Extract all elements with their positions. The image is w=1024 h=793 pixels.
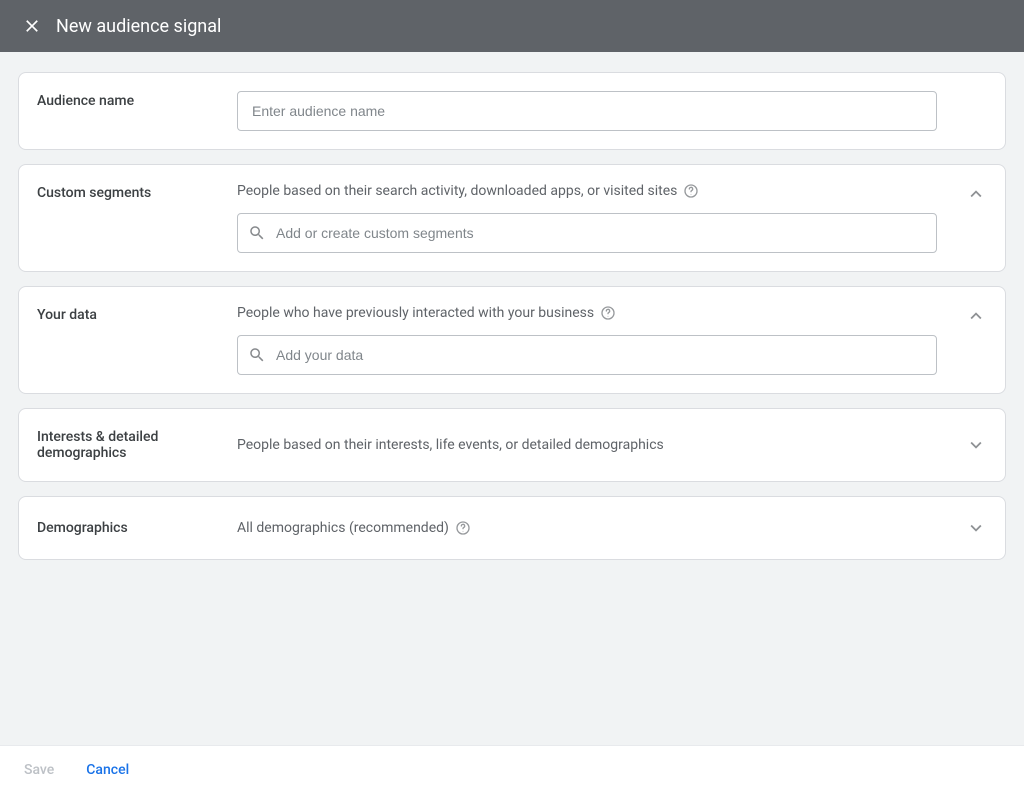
interests-description: People based on their interests, life ev… bbox=[237, 437, 664, 453]
chevron-up-icon[interactable] bbox=[965, 183, 987, 205]
your-data-search[interactable] bbox=[237, 335, 937, 375]
your-data-label: Your data bbox=[37, 305, 237, 323]
your-data-search-input[interactable] bbox=[266, 347, 926, 363]
interests-label: Interests & detailed demographics bbox=[37, 429, 237, 461]
app-header: New audience signal bbox=[0, 0, 1024, 52]
custom-segments-description: People based on their search activity, d… bbox=[237, 183, 677, 199]
search-icon bbox=[248, 224, 266, 242]
help-icon[interactable] bbox=[600, 305, 616, 321]
custom-segments-label: Custom segments bbox=[37, 183, 237, 201]
demographics-card[interactable]: Demographics All demographics (recommend… bbox=[18, 496, 1006, 560]
custom-segments-search-input[interactable] bbox=[266, 225, 926, 241]
save-button: Save bbox=[24, 762, 54, 778]
audience-name-card: Audience name bbox=[18, 72, 1006, 150]
demographics-description: All demographics (recommended) bbox=[237, 520, 449, 536]
custom-segments-search[interactable] bbox=[237, 213, 937, 253]
help-icon[interactable] bbox=[455, 520, 471, 536]
demographics-label: Demographics bbox=[37, 520, 237, 536]
main-content: Audience name Custom segments People bas… bbox=[0, 52, 1024, 560]
your-data-description: People who have previously interacted wi… bbox=[237, 305, 594, 321]
chevron-down-icon[interactable] bbox=[965, 434, 987, 456]
chevron-down-icon[interactable] bbox=[965, 517, 987, 539]
chevron-up-icon[interactable] bbox=[965, 305, 987, 327]
audience-name-input[interactable] bbox=[237, 91, 937, 131]
page-title: New audience signal bbox=[56, 16, 221, 37]
custom-segments-card: Custom segments People based on their se… bbox=[18, 164, 1006, 272]
close-button[interactable] bbox=[12, 6, 52, 46]
interests-card[interactable]: Interests & detailed demographics People… bbox=[18, 408, 1006, 482]
cancel-button[interactable]: Cancel bbox=[86, 762, 129, 778]
your-data-card: Your data People who have previously int… bbox=[18, 286, 1006, 394]
close-icon bbox=[22, 16, 42, 36]
search-icon bbox=[248, 346, 266, 364]
footer-bar: Save Cancel bbox=[0, 745, 1024, 793]
audience-name-label: Audience name bbox=[37, 91, 237, 109]
help-icon[interactable] bbox=[683, 183, 699, 199]
